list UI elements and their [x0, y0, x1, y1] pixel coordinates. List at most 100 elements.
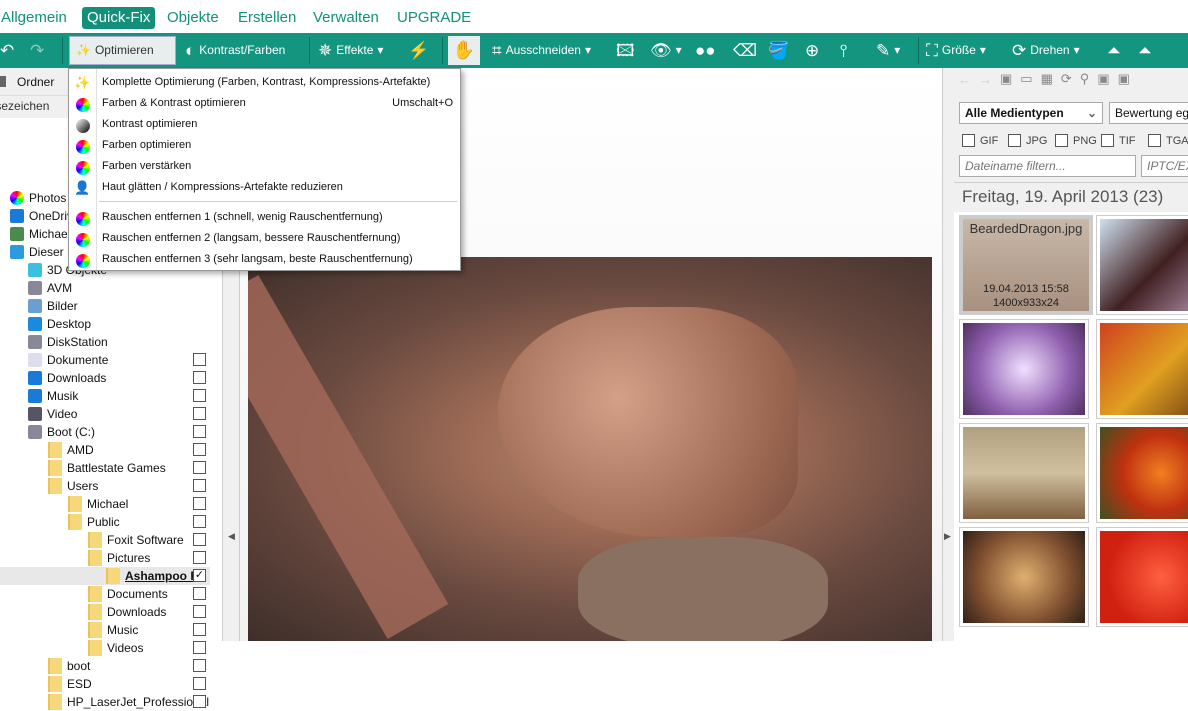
tree-item[interactable]: Musik [28, 387, 78, 405]
main-photo[interactable] [248, 257, 932, 641]
tab-allgemein[interactable]: Allgemein [0, 7, 72, 29]
tree-item[interactable]: DiskStation [28, 333, 108, 351]
tree-item-checkbox[interactable] [193, 371, 206, 384]
thumbnail-rose[interactable] [1096, 527, 1188, 627]
filter-tif[interactable]: TIF [1101, 134, 1136, 147]
tree-item[interactable]: Dokumente [28, 351, 108, 369]
bandage-button[interactable]: ✎ ▾ [876, 36, 900, 65]
tree-item-checkbox[interactable] [193, 551, 206, 564]
thumbnail-dog[interactable] [959, 527, 1089, 627]
grid-icon[interactable]: ▦ [1041, 71, 1053, 87]
flip-vertical-button[interactable]: ⏶ [1107, 36, 1121, 65]
tree-item[interactable]: Downloads [88, 603, 166, 621]
undo-button[interactable]: ↶ [0, 36, 14, 65]
tab-objekte[interactable]: Objekte [162, 7, 224, 29]
optimize-button[interactable]: ✨ Optimieren [69, 36, 176, 65]
thumbnail-flowers[interactable] [959, 319, 1089, 419]
contrast-button[interactable]: ◐ Kontrast/Farben [185, 36, 285, 65]
tree-item-checkbox[interactable] [193, 659, 206, 672]
tree-item-checkbox[interactable] [193, 515, 206, 528]
thumbnail-selected[interactable]: BeardedDragon.jpg 19.04.2013 15:58 1400x… [959, 215, 1093, 315]
red-eye-button[interactable]: 👁 ▾ [650, 36, 682, 65]
tree-item-checkbox[interactable] [193, 623, 206, 636]
tree-item[interactable]: Public [68, 513, 120, 531]
tree-item[interactable]: Desktop [28, 315, 91, 333]
tree-item-checkbox[interactable] [193, 407, 206, 420]
tree-item[interactable]: Users [48, 477, 98, 495]
tree-item-checkbox[interactable] [193, 353, 206, 366]
tree-item-checkbox[interactable] [193, 425, 206, 438]
straighten-button[interactable]: 🖾 [616, 36, 635, 65]
tree-item[interactable]: AVM [28, 279, 72, 297]
right-splitter[interactable]: ▶ [942, 68, 954, 641]
menu-item[interactable]: Farben & Kontrast optimieren Umschalt+O [69, 93, 460, 114]
back-icon[interactable]: ← [958, 72, 971, 87]
tree-item[interactable]: AMD [48, 441, 94, 459]
effects-wand-button[interactable]: ⚡ [408, 36, 429, 65]
tree-item-checkbox[interactable] [193, 443, 206, 456]
tree-item-checkbox[interactable]: ✓ [193, 569, 206, 582]
dots-button[interactable]: ●● [695, 36, 716, 65]
tab-folders[interactable]: Ordner [17, 75, 54, 89]
tree-item[interactable]: Documents [88, 585, 168, 603]
tree-item[interactable]: boot [48, 657, 90, 675]
tree-item-checkbox[interactable] [193, 497, 206, 510]
effects-button[interactable]: ✵ Effekte ▾ [318, 36, 383, 65]
menu-item[interactable]: Rauschen entfernen 1 (schnell, wenig Rau… [69, 207, 460, 228]
collapse-right-icon[interactable]: ▶ [944, 531, 951, 542]
thumbnail-butterfly[interactable] [1096, 215, 1188, 315]
media-type-select[interactable]: Alle Medientypen ⌄ [959, 102, 1103, 124]
eraser-button[interactable]: ⌫ [733, 36, 757, 65]
filename-filter-input[interactable] [959, 155, 1136, 177]
hand-tool-button[interactable]: ✋ [448, 36, 480, 65]
filter-tga[interactable]: TGA [1148, 134, 1188, 147]
tree-item[interactable]: Video [28, 405, 77, 423]
menu-item[interactable]: Rauschen entfernen 3 (sehr langsam, best… [69, 249, 460, 270]
search-icon[interactable]: ⚲ [1080, 71, 1090, 87]
forward-icon[interactable]: → [979, 72, 992, 87]
menu-item[interactable]: Farben optimieren [69, 135, 460, 156]
filter-gif[interactable]: GIF [962, 134, 998, 147]
thumbnail-lily[interactable] [1096, 423, 1188, 523]
rotate-button[interactable]: ⟳ Drehen ▾ [1012, 36, 1080, 65]
lens-button[interactable]: ⊕ [805, 36, 819, 65]
tree-item[interactable]: Michael [68, 495, 128, 513]
people-button[interactable]: ⫯ [840, 36, 847, 65]
tree-item[interactable]: Foxit Software [88, 531, 184, 549]
iptc-filter-input[interactable] [1141, 155, 1188, 177]
new-folder-icon[interactable]: ▣ [1118, 71, 1130, 87]
menu-item[interactable]: ✨ Komplette Optimierung (Farben, Kontrast… [69, 72, 460, 93]
tree-item-checkbox[interactable] [193, 605, 206, 618]
slideshow-icon[interactable]: ▭ [1020, 71, 1032, 87]
menu-item[interactable]: Farben verstärken [69, 156, 460, 177]
tree-item[interactable]: Michael [10, 225, 70, 243]
tree-item-checkbox[interactable] [193, 587, 206, 600]
crop-button[interactable]: ⌗ Ausschneiden ▾ [492, 36, 591, 65]
tree-item[interactable]: HP_LaserJet_Professional [48, 693, 209, 711]
tree-item-checkbox[interactable] [193, 695, 206, 708]
tree-item[interactable]: Music [88, 621, 138, 639]
redo-button[interactable]: ↷ [30, 36, 44, 65]
filter-jpg[interactable]: JPG [1008, 134, 1047, 147]
tree-item[interactable]: ESD [48, 675, 92, 693]
menu-item[interactable]: Kontrast optimieren [69, 114, 460, 135]
tab-upgrade[interactable]: UPGRADE [392, 7, 476, 29]
tab-quick-fix[interactable]: Quick-Fix [82, 7, 156, 29]
menu-item[interactable]: 👤 Haut glätten / Kompressions-Artefakte r… [69, 177, 460, 198]
filter-png[interactable]: PNG [1055, 134, 1097, 147]
tree-item-checkbox[interactable] [193, 641, 206, 654]
folder-search-icon[interactable]: ▣ [1097, 71, 1109, 87]
tree-item[interactable]: Photos [10, 189, 66, 207]
collapse-left-icon[interactable]: ◀ [228, 531, 235, 542]
tree-item[interactable]: Ashampoo P [106, 567, 198, 585]
tree-item[interactable]: Boot (C:) [28, 423, 95, 441]
tree-item[interactable]: Battlestate Games [48, 459, 166, 477]
folder-up-icon[interactable]: ▣ [1000, 71, 1012, 87]
size-button[interactable]: ⛶ Größe ▾ [926, 36, 986, 65]
tree-item[interactable]: Bilder [28, 297, 78, 315]
thumbnail-grass[interactable] [959, 423, 1089, 523]
menu-item[interactable]: Rauschen entfernen 2 (langsam, bessere R… [69, 228, 460, 249]
tree-item[interactable]: Pictures [88, 549, 150, 567]
thumbnail-fruits[interactable] [1096, 319, 1188, 419]
tree-item-checkbox[interactable] [193, 389, 206, 402]
